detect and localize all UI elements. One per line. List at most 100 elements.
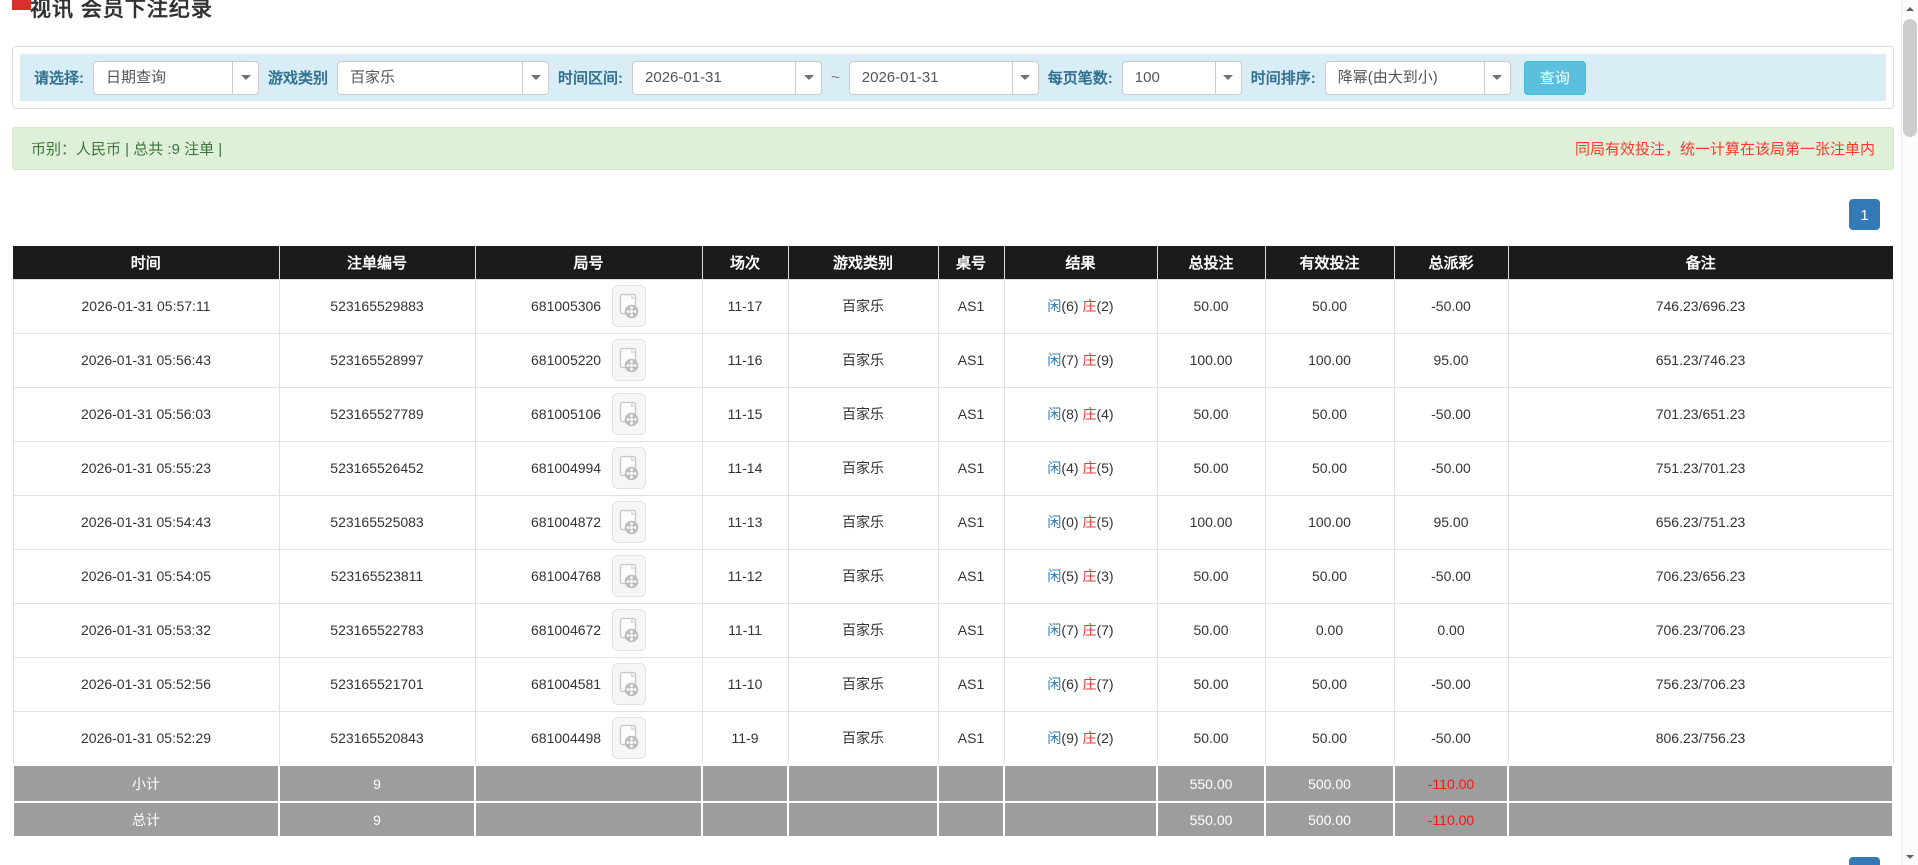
video-record-icon[interactable] bbox=[611, 501, 646, 543]
cell-game-type: 百家乐 bbox=[787, 656, 939, 712]
player-result-score: (0) bbox=[1061, 514, 1079, 530]
table-row: 2026-01-31 05:52:29 523165520843 6810044… bbox=[12, 710, 1894, 766]
game-type-label: 游戏类别 bbox=[268, 70, 329, 87]
player-result-label: 闲 bbox=[1047, 568, 1062, 584]
player-result-score: (9) bbox=[1061, 729, 1079, 746]
cell-payout: -50.00 bbox=[1393, 440, 1509, 496]
chevron-down-icon[interactable] bbox=[1214, 61, 1241, 94]
subtotal-valid-bet: 500.00 bbox=[1264, 764, 1395, 803]
cell-result: 闲(9) 庄(2) bbox=[1003, 710, 1158, 766]
cell-total-bet: 50.00 bbox=[1156, 656, 1266, 712]
subtotal-payout: -110.00 bbox=[1393, 764, 1509, 803]
video-record-icon[interactable] bbox=[611, 393, 646, 435]
cell-session: 11-10 bbox=[701, 656, 789, 712]
banker-result-label: 庄 bbox=[1082, 568, 1097, 584]
total-payout: -110.00 bbox=[1393, 801, 1509, 838]
chevron-down-icon[interactable] bbox=[232, 61, 258, 94]
cell-payout: -50.00 bbox=[1393, 278, 1509, 334]
table-row: 2026-01-31 05:54:43 523165525083 6810048… bbox=[12, 494, 1894, 550]
cell-total-bet: 50.00 bbox=[1156, 602, 1266, 658]
chevron-down-icon[interactable] bbox=[795, 61, 822, 94]
sort-select[interactable]: 降幂(由大到小) bbox=[1324, 60, 1511, 95]
cell-game-type: 百家乐 bbox=[787, 548, 939, 604]
video-record-icon[interactable] bbox=[611, 339, 646, 381]
page-1-button-bottom[interactable]: 1 bbox=[1849, 857, 1880, 865]
cell-game-type: 百家乐 bbox=[787, 386, 939, 442]
total-label: 总计 bbox=[12, 801, 280, 838]
player-result-score: (5) bbox=[1061, 568, 1079, 584]
banker-result-label: 庄 bbox=[1082, 298, 1097, 314]
scroll-down-icon[interactable] bbox=[1902, 848, 1918, 865]
date-to-select[interactable]: 2026-01-31 bbox=[848, 60, 1039, 95]
player-result-score: (8) bbox=[1061, 406, 1079, 422]
banker-result-label: 庄 bbox=[1082, 514, 1097, 530]
cell-table-id: AS1 bbox=[937, 494, 1005, 550]
banker-result-label: 庄 bbox=[1082, 460, 1097, 476]
player-result-label: 闲 bbox=[1047, 729, 1062, 746]
video-record-icon[interactable] bbox=[611, 285, 646, 327]
player-result-label: 闲 bbox=[1047, 514, 1062, 530]
page-size-select[interactable]: 100 bbox=[1121, 60, 1242, 95]
cell-session: 11-12 bbox=[701, 548, 789, 604]
vertical-scrollbar[interactable] bbox=[1901, 0, 1918, 865]
chevron-down-icon[interactable] bbox=[1011, 61, 1038, 94]
chevron-down-icon[interactable] bbox=[1483, 61, 1510, 94]
range-separator: ~ bbox=[831, 69, 840, 86]
cell-time: 2026-01-31 05:57:11 bbox=[12, 278, 280, 334]
cell-payout: 95.00 bbox=[1393, 332, 1509, 388]
bet-records-table: 时间 注单编号 局号 场次 游戏类别 桌号 结果 总投注 有效投注 总派彩 备注… bbox=[12, 246, 1894, 838]
cell-result: 闲(4) 庄(5) bbox=[1003, 440, 1158, 496]
cell-session: 11-17 bbox=[701, 278, 789, 334]
cell-bet-id: 523165521701 bbox=[278, 656, 476, 712]
page-size-value: 100 bbox=[1134, 68, 1160, 86]
cell-total-bet: 50.00 bbox=[1156, 278, 1266, 334]
cell-round-id: 681004994 bbox=[474, 440, 703, 496]
summary-alert-bar: 币别：人民币 | 总共 :9 注单 | 同局有效投注，统一计算在该局第一张注单内 bbox=[12, 127, 1894, 170]
cell-time: 2026-01-31 05:56:03 bbox=[12, 386, 280, 442]
cell-total-bet: 50.00 bbox=[1156, 386, 1266, 442]
scrollbar-thumb[interactable] bbox=[1903, 19, 1917, 137]
cell-note: 756.23/706.23 bbox=[1507, 656, 1894, 712]
video-record-icon[interactable] bbox=[611, 609, 646, 651]
cell-table-id: AS1 bbox=[937, 332, 1005, 388]
cell-note: 746.23/696.23 bbox=[1507, 278, 1894, 334]
cell-note: 656.23/751.23 bbox=[1507, 494, 1894, 550]
video-record-icon[interactable] bbox=[611, 555, 646, 597]
chevron-down-icon[interactable] bbox=[522, 61, 549, 94]
cell-note: 706.23/706.23 bbox=[1507, 602, 1894, 658]
page-1-button[interactable]: 1 bbox=[1849, 199, 1880, 230]
page-header: 视讯 会员下注纪录 bbox=[12, 0, 1894, 34]
video-record-icon[interactable] bbox=[611, 447, 646, 489]
player-result-label: 闲 bbox=[1047, 298, 1062, 314]
cell-table-id: AS1 bbox=[937, 386, 1005, 442]
subtotal-total-bet: 550.00 bbox=[1156, 764, 1266, 803]
header-session: 场次 bbox=[702, 246, 789, 280]
game-type-select[interactable]: 百家乐 bbox=[337, 60, 550, 95]
cell-game-type: 百家乐 bbox=[787, 440, 939, 496]
video-record-icon[interactable] bbox=[611, 716, 646, 759]
scroll-up-icon[interactable] bbox=[1902, 0, 1918, 17]
cell-session: 11-16 bbox=[701, 332, 789, 388]
cell-result: 闲(7) 庄(9) bbox=[1003, 332, 1158, 388]
pagination-top: 1 bbox=[12, 199, 1894, 231]
cell-total-bet: 50.00 bbox=[1156, 548, 1266, 604]
search-button[interactable]: 查询 bbox=[1523, 60, 1586, 95]
player-result-label: 闲 bbox=[1047, 460, 1062, 476]
page-size-label: 每页笔数: bbox=[1047, 70, 1113, 87]
banker-result-score: (2) bbox=[1096, 298, 1114, 314]
cell-time: 2026-01-31 05:52:29 bbox=[12, 710, 280, 766]
player-result-score: (7) bbox=[1061, 352, 1079, 368]
date-from-select[interactable]: 2026-01-31 bbox=[632, 60, 823, 95]
cell-time: 2026-01-31 05:54:43 bbox=[12, 494, 280, 550]
cell-bet-id: 523165527789 bbox=[278, 386, 476, 442]
total-count: 9 bbox=[278, 801, 476, 838]
player-result-label: 闲 bbox=[1047, 622, 1062, 638]
cell-round-id: 681005106 bbox=[474, 386, 703, 442]
date-to-value: 2026-01-31 bbox=[861, 68, 939, 86]
cell-session: 11-15 bbox=[701, 386, 789, 442]
cell-bet-id: 523165523811 bbox=[278, 548, 476, 604]
header-valid-bet: 有效投注 bbox=[1265, 246, 1395, 280]
video-record-icon[interactable] bbox=[611, 663, 646, 705]
query-type-select[interactable]: 日期查询 bbox=[93, 60, 259, 95]
cell-bet-id: 523165529883 bbox=[278, 278, 476, 334]
